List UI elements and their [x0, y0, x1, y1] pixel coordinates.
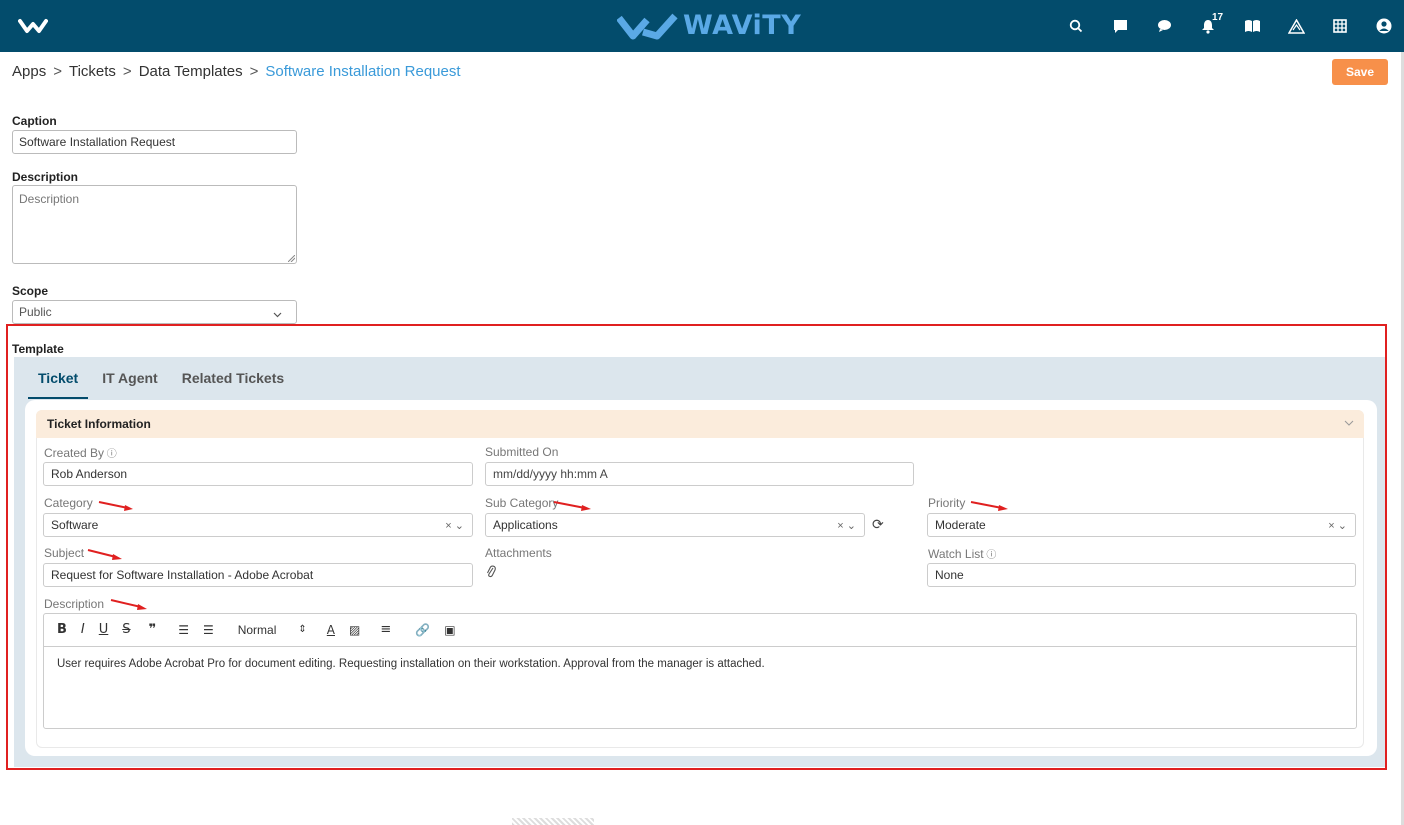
brand-mark-icon	[617, 13, 678, 39]
breadcrumb-item-data-templates[interactable]: Data Templates	[139, 63, 243, 80]
caption-label: Caption	[12, 114, 57, 128]
search-icon[interactable]	[1058, 0, 1094, 52]
chevron-down-icon	[273, 307, 282, 321]
breadcrumb-separator: >	[122, 63, 132, 80]
description-textarea[interactable]: Description	[12, 185, 297, 264]
caption-input[interactable]: Software Installation Request	[12, 130, 297, 154]
scope-select-value: Public	[19, 305, 52, 319]
description-label: Description	[12, 170, 79, 184]
grid-icon[interactable]	[1322, 0, 1358, 52]
breadcrumb-item-tickets[interactable]: Tickets	[69, 63, 116, 80]
highlight-annotation-box	[6, 324, 1387, 770]
bell-icon[interactable]: 17	[1190, 0, 1226, 52]
comment-icon[interactable]	[1146, 0, 1182, 52]
breadcrumb-item-apps[interactable]: Apps	[12, 63, 46, 80]
brand-logo: WAViTY	[617, 10, 801, 41]
resize-handle-icon[interactable]	[288, 255, 295, 262]
breadcrumb-separator: >	[53, 63, 62, 80]
notification-count-badge: 17	[1212, 12, 1224, 23]
breadcrumb: Apps > Tickets > Data Templates > Softwa…	[12, 63, 461, 80]
scope-select[interactable]: Public	[12, 300, 297, 324]
chat-icon[interactable]	[1102, 0, 1138, 52]
save-button[interactable]: Save	[1332, 59, 1388, 85]
triangle-icon[interactable]	[1278, 0, 1314, 52]
book-icon[interactable]	[1234, 0, 1270, 52]
top-navigation-bar: WAViTY 17	[0, 0, 1404, 52]
breadcrumb-separator: >	[249, 63, 259, 80]
brand-name: WAViTY	[683, 10, 802, 41]
scope-label: Scope	[12, 284, 49, 298]
app-logo-icon[interactable]	[18, 14, 48, 41]
user-icon[interactable]	[1366, 0, 1402, 52]
drag-handle[interactable]	[512, 818, 594, 825]
breadcrumb-current: Software Installation Request	[265, 63, 461, 80]
